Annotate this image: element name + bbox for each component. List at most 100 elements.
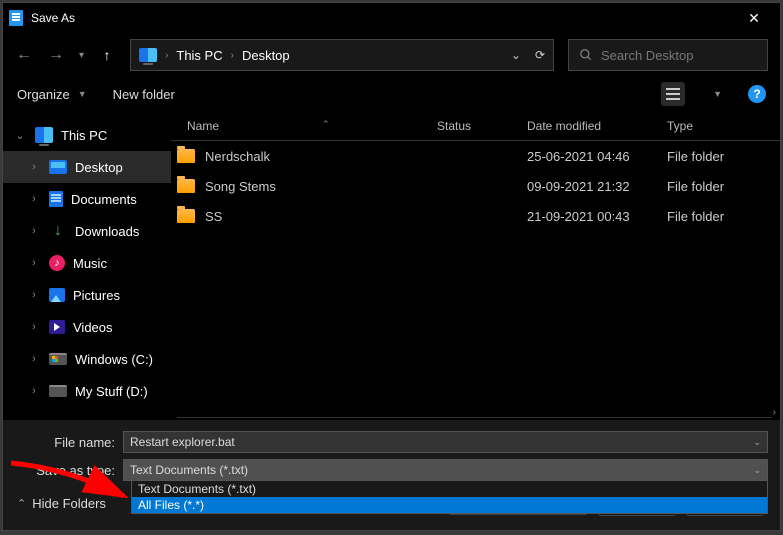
- sidebar-item-music[interactable]: › ♪ Music: [3, 247, 171, 279]
- caret-down-icon: ⌄: [753, 465, 761, 476]
- sidebar-item-downloads[interactable]: › ↓ Downloads: [3, 215, 171, 247]
- search-input[interactable]: Search Desktop: [568, 39, 768, 71]
- dropdown-option-txt[interactable]: Text Documents (*.txt): [132, 481, 767, 497]
- file-row[interactable]: Song Stems 09-09-2021 21:32 File folder: [171, 171, 780, 201]
- hide-folders-button[interactable]: ⌃ Hide Folders: [3, 496, 106, 511]
- breadcrumb-root[interactable]: This PC: [176, 48, 222, 63]
- chevron-down-icon: ⌄: [13, 129, 27, 142]
- saveastype-value: Text Documents (*.txt): [130, 463, 248, 477]
- chevron-right-icon: ›: [27, 385, 41, 397]
- chevron-right-icon: ›: [27, 321, 41, 333]
- sidebar-item-pictures[interactable]: › Pictures: [3, 279, 171, 311]
- filename-input[interactable]: Restart explorer.bat ⌄: [123, 431, 768, 453]
- scroll-right-icon[interactable]: ›: [769, 405, 780, 420]
- sidebar-item-label: Documents: [71, 192, 137, 207]
- filename-label: File name:: [3, 435, 123, 450]
- sort-asc-icon: ⌃: [322, 119, 330, 130]
- column-headers: Name⌃ Status Date modified Type: [171, 111, 780, 141]
- divider: [177, 417, 772, 418]
- saveastype-label: Save as type:: [3, 463, 123, 478]
- breadcrumb-leaf[interactable]: Desktop: [242, 48, 290, 63]
- folder-icon: [177, 209, 195, 223]
- chevron-right-icon: ›: [27, 225, 41, 237]
- filename-value: Restart explorer.bat: [130, 435, 235, 449]
- app-icon: [9, 10, 23, 26]
- address-dropdown-icon[interactable]: ⌄: [511, 48, 521, 62]
- new-folder-button[interactable]: New folder: [113, 87, 175, 102]
- sidebar-item-label: Music: [73, 256, 107, 271]
- videos-icon: [49, 320, 65, 334]
- column-status[interactable]: Status: [437, 119, 527, 133]
- sidebar-item-label: Pictures: [73, 288, 120, 303]
- sidebar-item-label: My Stuff (D:): [75, 384, 148, 399]
- sidebar-item-desktop[interactable]: › Desktop: [3, 151, 171, 183]
- back-button[interactable]: ←: [15, 46, 33, 64]
- search-placeholder: Search Desktop: [601, 48, 694, 63]
- dialog-title: Save As: [31, 11, 734, 25]
- pc-icon: [35, 127, 53, 143]
- folder-icon: [177, 149, 195, 163]
- file-name: Song Stems: [205, 179, 437, 194]
- caret-down-icon[interactable]: ⌄: [753, 437, 761, 448]
- search-icon: [579, 48, 593, 62]
- file-row[interactable]: SS 21-09-2021 00:43 File folder: [171, 201, 780, 231]
- chevron-right-icon: ›: [231, 50, 234, 61]
- help-button[interactable]: ?: [748, 85, 766, 103]
- address-bar[interactable]: › This PC › Desktop ⌄ ⟳: [130, 39, 554, 71]
- sidebar-item-label: Videos: [73, 320, 113, 335]
- up-button[interactable]: ↑: [98, 47, 116, 63]
- sidebar-root-label: This PC: [61, 128, 107, 143]
- sidebar-item-videos[interactable]: › Videos: [3, 311, 171, 343]
- documents-icon: [49, 191, 63, 207]
- sidebar-item-windows-c[interactable]: › Windows (C:): [3, 343, 171, 375]
- drive-icon: [49, 385, 67, 397]
- title-bar: Save As ✕: [3, 3, 780, 33]
- sidebar-item-mystuff-d[interactable]: › My Stuff (D:): [3, 375, 171, 407]
- music-icon: ♪: [49, 255, 65, 271]
- chevron-up-icon: ⌃: [17, 497, 26, 510]
- file-name: SS: [205, 209, 437, 224]
- view-mode-button[interactable]: [661, 82, 685, 106]
- pc-icon: [139, 48, 157, 62]
- chevron-right-icon: ›: [27, 193, 41, 205]
- close-button[interactable]: ✕: [734, 3, 774, 33]
- column-name[interactable]: Name⌃: [177, 119, 437, 133]
- downloads-icon: ↓: [49, 223, 67, 239]
- sidebar-item-label: Desktop: [75, 160, 123, 175]
- file-row[interactable]: Nerdschalk 25-06-2021 04:46 File folder: [171, 141, 780, 171]
- forward-button[interactable]: →: [47, 46, 65, 64]
- sidebar-item-label: Downloads: [75, 224, 139, 239]
- file-type: File folder: [667, 179, 780, 194]
- chevron-right-icon: ›: [27, 289, 41, 301]
- column-date[interactable]: Date modified: [527, 119, 667, 133]
- drive-icon: [49, 353, 67, 365]
- chevron-right-icon: ›: [27, 257, 41, 269]
- chevron-right-icon: ›: [165, 50, 168, 61]
- list-view-icon: [666, 88, 680, 100]
- sidebar: ⌄ This PC › Desktop › Documents › ↓ Down…: [3, 111, 171, 420]
- sidebar-item-documents[interactable]: › Documents: [3, 183, 171, 215]
- caret-down-icon: ▼: [78, 89, 87, 99]
- saveastype-dropdown-list: Text Documents (*.txt) All Files (*.*): [131, 480, 768, 514]
- file-name: Nerdschalk: [205, 149, 437, 164]
- dropdown-option-allfiles[interactable]: All Files (*.*): [132, 497, 767, 513]
- folder-icon: [177, 179, 195, 193]
- sidebar-root-this-pc[interactable]: ⌄ This PC: [3, 119, 171, 151]
- file-type: File folder: [667, 149, 780, 164]
- organize-label: Organize: [17, 87, 70, 102]
- file-type: File folder: [667, 209, 780, 224]
- organize-button[interactable]: Organize ▼: [17, 87, 87, 102]
- file-date: 09-09-2021 21:32: [527, 179, 667, 194]
- caret-down-icon[interactable]: ▼: [713, 89, 722, 99]
- file-date: 25-06-2021 04:46: [527, 149, 667, 164]
- pictures-icon: [49, 288, 65, 302]
- sidebar-item-label: Windows (C:): [75, 352, 153, 367]
- history-dropdown-icon[interactable]: ▾: [79, 50, 84, 61]
- chevron-right-icon: ›: [27, 161, 41, 173]
- file-date: 21-09-2021 00:43: [527, 209, 667, 224]
- chevron-right-icon: ›: [27, 353, 41, 365]
- hide-folders-label: Hide Folders: [32, 496, 106, 511]
- refresh-icon[interactable]: ⟳: [535, 48, 545, 62]
- column-type[interactable]: Type: [667, 119, 780, 133]
- saveastype-dropdown[interactable]: Text Documents (*.txt) ⌄: [123, 459, 768, 481]
